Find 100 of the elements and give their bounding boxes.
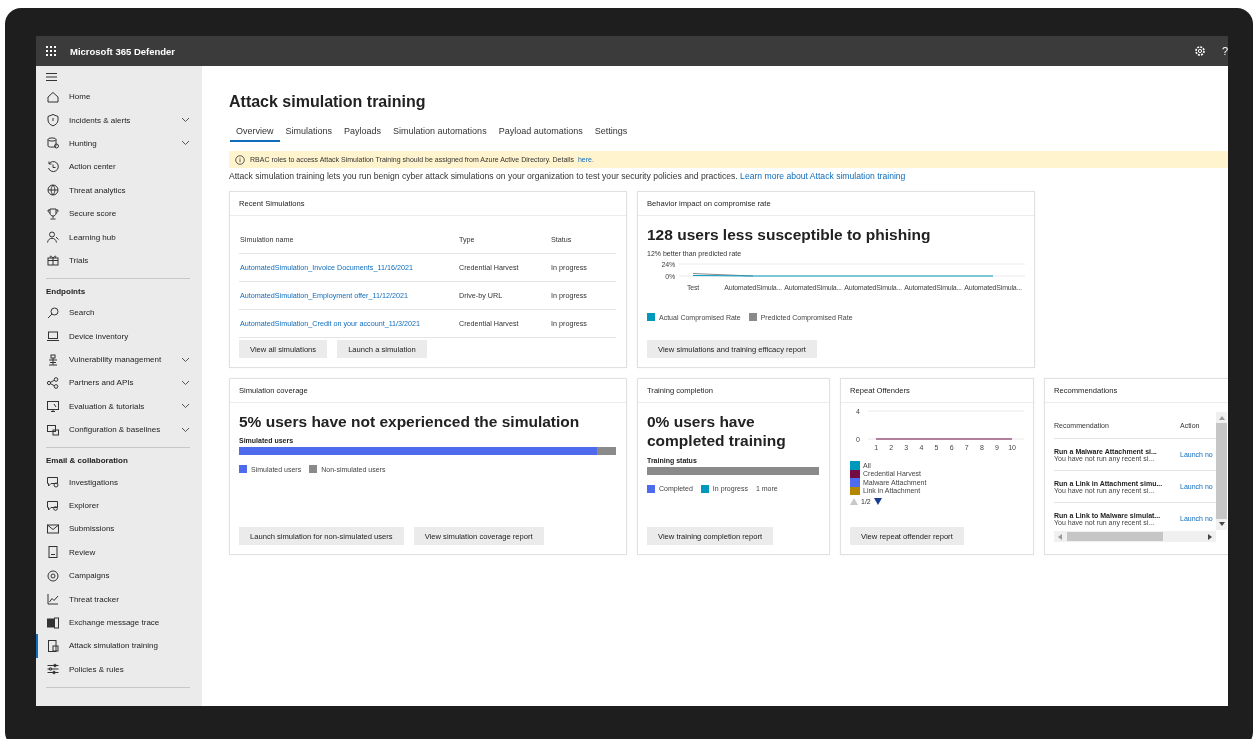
info-icon [235, 154, 245, 165]
document-icon [46, 638, 60, 653]
nav-item[interactable]: Home [36, 85, 202, 109]
nav-item[interactable]: Attack simulation training [36, 634, 202, 658]
database-icon [46, 136, 60, 151]
nav-item[interactable]: Campaigns [36, 564, 202, 588]
nav-label: Explorer [69, 501, 100, 511]
legend-swatch [850, 461, 860, 470]
section-heading: Endpoints [45, 286, 87, 299]
page-title: Attack simulation training [229, 93, 427, 111]
help-button[interactable]: ? [1222, 45, 1228, 57]
scroll-down-icon [1218, 522, 1225, 526]
app-launcher-icon[interactable] [46, 46, 56, 56]
shield-icon [46, 113, 60, 128]
history-icon [46, 159, 60, 174]
scroll-right-icon [1208, 533, 1212, 540]
nav-item[interactable]: Investigations [36, 470, 202, 494]
nav-item[interactable]: Incidents & alerts [36, 108, 202, 132]
nav-label: Investigations [69, 477, 119, 487]
legend-swatch [647, 313, 655, 322]
nav-item[interactable]: Hunting [36, 131, 202, 156]
legend-swatch [850, 469, 860, 478]
settings-icon[interactable] [1194, 45, 1206, 57]
scroll-thumb[interactable] [1067, 532, 1163, 541]
chat-icon [46, 475, 60, 490]
tab[interactable]: Simulations [279, 126, 339, 142]
tab[interactable]: Payload automations [492, 126, 589, 142]
chat-icon [46, 498, 60, 513]
nav-item[interactable]: Threat analytics [36, 178, 202, 202]
nav-item[interactable]: Policies & rules [36, 657, 202, 681]
tower-icon [46, 352, 60, 367]
nav-label: Action center [69, 162, 117, 172]
nav-item[interactable]: Device inventory [36, 324, 202, 348]
line-chart-icon [46, 592, 60, 607]
sliders-icon [46, 662, 60, 677]
menu-icon [46, 73, 57, 81]
tile-icon [46, 615, 60, 630]
nav-label: Secure score [69, 209, 118, 219]
nav-item[interactable]: Threat tracker [36, 587, 202, 611]
nav-item[interactable]: Secure score [36, 201, 202, 226]
legend-swatch [748, 313, 757, 322]
description-text: Attack simulation training lets you run benign cyber attack simulations on your organization to test your security policies and practices. Learn more about Attack simulation training [229, 171, 907, 181]
target-icon [46, 568, 60, 583]
learn-more-link[interactable]: Learn more about Attack simulation training [740, 171, 906, 181]
gift-icon [46, 253, 60, 268]
nav-label: Device inventory [69, 331, 130, 341]
headline: 5% users have not experienced the simulation [239, 412, 581, 432]
laptop-icon [46, 329, 60, 344]
tab[interactable]: Simulation automations [387, 126, 493, 142]
mail-icon [46, 521, 60, 536]
nav-item[interactable]: Evaluation & tutorials [36, 394, 202, 419]
monitor-icon [46, 399, 60, 414]
home-icon [46, 89, 60, 104]
tab[interactable]: Settings [588, 126, 634, 142]
headline: 0% users have completed training [647, 412, 787, 451]
nav-item[interactable]: Exchange message trace [36, 610, 202, 635]
nav-label: Incidents & alerts [69, 115, 132, 125]
nav-item[interactable]: Submissions [36, 517, 202, 541]
nav-label: Exchange message trace [69, 618, 161, 627]
nav-label: Vulnerability management [69, 355, 163, 365]
nav-label: Attack simulation training [69, 641, 159, 651]
scroll-thumb[interactable] [1216, 423, 1227, 519]
search-icon [46, 305, 60, 320]
nav-label: Partners and APIs [69, 378, 135, 388]
triangle-up-icon [850, 498, 858, 505]
app-title: Microsoft 365 Defender [70, 45, 176, 57]
nav-item[interactable]: Learning hub [36, 225, 202, 249]
scroll-left-icon [1058, 533, 1062, 540]
vertical-scrollbar[interactable] [1216, 412, 1227, 530]
nav-item[interactable]: Explorer [36, 493, 202, 518]
section-heading: Email & collaboration [45, 455, 129, 468]
nav-label: Submissions [69, 524, 116, 534]
nav-label: Trials [69, 255, 90, 265]
trophy-icon [46, 206, 60, 221]
nav-item[interactable]: Partners and APIs [36, 371, 202, 395]
person-icon [46, 230, 60, 245]
nav-label: Home [69, 92, 92, 102]
nav-label: Review [69, 547, 97, 557]
nav-item[interactable]: Review [36, 540, 202, 565]
scroll-up-icon [1218, 416, 1225, 420]
nav-item[interactable]: Configuration & baselines [36, 418, 202, 442]
nav-item[interactable]: Action center [36, 155, 202, 179]
nav-label: Search [69, 308, 96, 318]
nav-label: Hunting [69, 138, 98, 148]
triangle-down-icon[interactable] [873, 498, 882, 505]
tab[interactable]: Payloads [338, 126, 388, 142]
document-icon [46, 545, 60, 560]
horizontal-scrollbar[interactable] [1054, 531, 1216, 542]
legend-swatch [850, 486, 860, 495]
nav-label: Threat tracker [69, 594, 120, 604]
headline: 128 users less susceptible to phishing [647, 225, 932, 245]
nav-label: Policies & rules [69, 664, 125, 674]
devices-icon [46, 422, 60, 437]
nav-label: Campaigns [69, 571, 111, 581]
legend-swatch [850, 478, 860, 487]
nav-item[interactable]: Trials [36, 248, 202, 273]
globe-icon [46, 183, 60, 198]
nav-item[interactable]: Vulnerability management [36, 347, 202, 372]
tab[interactable]: Overview [230, 126, 280, 142]
nav-item[interactable]: Search [36, 301, 202, 325]
